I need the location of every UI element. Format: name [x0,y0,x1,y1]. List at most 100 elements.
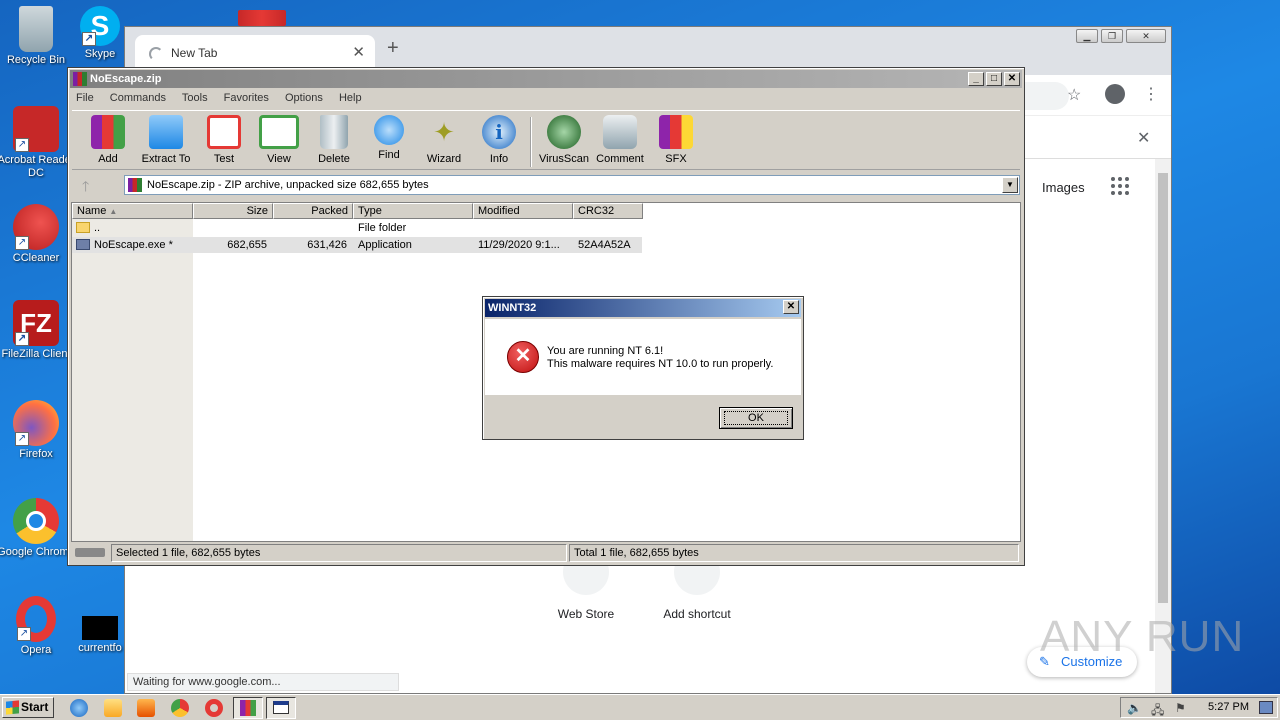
desktop-icon-opera[interactable]: ↗ Opera [0,596,75,657]
window-icon [273,701,289,714]
desktop-icon-currentfo[interactable]: currentfo [70,616,130,655]
winrar-minimize-button[interactable]: _ [968,72,984,86]
list-name-column-bg [72,219,193,541]
desktop-icon-skype[interactable]: S ↗ Skype [70,6,130,61]
column-header-name[interactable]: Name ▲ [72,203,193,219]
shortcut-arrow-icon: ↗ [15,432,29,446]
chrome-icon [13,498,59,544]
show-desktop-icon[interactable] [1259,701,1273,714]
add-button[interactable]: Add [80,115,136,165]
column-header-type[interactable]: Type [353,203,473,219]
menu-options[interactable]: Options [285,92,323,104]
minimize-button[interactable]: ▁ [1076,29,1098,43]
desktop-icon-recycle-bin[interactable]: Recycle Bin [0,6,75,67]
desktop-icon-acrobat[interactable]: ↗ Acrobat Reader DC [0,106,75,180]
info-button[interactable]: i Info [471,115,527,165]
windows-flag-icon [6,700,19,715]
black-file-icon [82,616,118,640]
shortcut-arrow-icon: ↗ [15,236,29,250]
close-infobar-icon[interactable]: ✕ [1137,128,1150,148]
sort-up-icon: ▲ [109,207,118,216]
chrome-taskbar-icon[interactable] [171,699,189,717]
profile-avatar-icon[interactable] [1105,84,1125,104]
menu-commands[interactable]: Commands [110,92,166,104]
dialog-titlebar: WINNT32 ✕ [485,299,801,317]
error-icon: ✕ [507,341,539,373]
anyrun-watermark: ANY RUN [1040,612,1245,661]
table-row[interactable]: .. File folder [72,220,642,236]
apps-grid-icon[interactable] [1111,177,1129,195]
firefox-icon: ↗ [13,400,59,446]
winrar-taskbar-button[interactable] [233,697,263,719]
column-header-size[interactable]: Size [193,203,273,219]
ie-icon[interactable] [70,699,88,717]
start-button[interactable]: Start [2,697,54,718]
sfx-button[interactable]: SFX [648,115,704,165]
archive-icon [128,178,142,192]
explorer-folder-icon[interactable] [104,699,122,717]
menu-file[interactable]: File [76,92,94,104]
winrar-titlebar: NoEscape.zip _ □ ✕ [70,70,1022,88]
media-player-icon[interactable] [137,699,155,717]
clock[interactable]: 5:27 PM [1208,701,1249,713]
more-menu-icon[interactable]: ⋮ [1143,84,1159,104]
toolbar-separator [530,117,532,167]
test-button[interactable]: Test [196,115,252,165]
info-icon: i [482,115,516,149]
close-tab-icon[interactable]: ✕ [352,43,365,61]
trash-can-icon [320,115,348,149]
extract-folder-icon [149,115,183,149]
view-button[interactable]: View [251,115,307,165]
desktop-icon-firefox[interactable]: ↗ Firefox [0,400,75,461]
desktop-icon-filezilla[interactable]: FZ ↗ FileZilla Client [0,300,75,361]
opera-taskbar-icon[interactable] [205,699,223,717]
path-text: NoEscape.zip - ZIP archive, unpacked siz… [147,179,429,191]
loading-spinner-icon [149,47,163,61]
menu-favorites[interactable]: Favorites [224,92,269,104]
delete-button[interactable]: Delete [306,115,362,165]
menu-tools[interactable]: Tools [182,92,208,104]
status-total: Total 1 file, 682,655 bytes [569,544,1019,562]
column-header-modified[interactable]: Modified [473,203,573,219]
winrar-title: NoEscape.zip [90,73,162,85]
maximize-button[interactable]: ❐ [1101,29,1123,43]
winrar-logo-icon [73,72,87,86]
ok-button[interactable]: OK [719,407,793,429]
column-header-packed[interactable]: Packed [273,203,353,219]
winrar-taskbar-icon [240,700,256,716]
menu-help[interactable]: Help [339,92,362,104]
star-bookmark-icon[interactable]: ☆ [1067,85,1081,105]
find-button[interactable]: Find [361,115,417,161]
column-header-crc32[interactable]: CRC32 [573,203,643,219]
dialog-message: You are running NT 6.1! This malware req… [547,345,774,370]
table-row[interactable]: NoEscape.exe * 682,655 631,426 Applicati… [72,237,642,253]
comment-icon [603,115,637,149]
sfx-archive-icon [659,115,693,149]
virusscan-button[interactable]: VirusScan [536,115,592,165]
new-tab-plus-icon[interactable]: + [387,37,399,60]
omnibox[interactable] [1025,82,1069,110]
network-icon[interactable]: 🖧 [1151,701,1164,720]
winrar-close-button[interactable]: ✕ [1004,72,1020,86]
desktop-icon-chrome[interactable]: Google Chrome [0,498,75,559]
dialog-close-button[interactable]: ✕ [783,300,799,314]
comment-button[interactable]: Comment [592,115,648,165]
bug-scan-icon [547,115,581,149]
extract-to-button[interactable]: Extract To [138,115,194,165]
images-link[interactable]: Images [1042,180,1085,195]
winrar-statusbar: Selected 1 file, 682,655 bytes Total 1 f… [71,544,1021,562]
volume-icon[interactable]: 🔈 [1127,701,1142,715]
taskbar: Start 🔈 🖧 ⚑ 5:27 PM [0,694,1280,720]
scrollbar-thumb[interactable] [1158,173,1168,603]
winrar-maximize-button[interactable]: □ [986,72,1002,86]
action-center-flag-icon[interactable]: ⚑ [1175,701,1186,715]
chevron-down-icon[interactable]: ▼ [1002,177,1018,193]
opera-icon: ↗ [16,596,56,642]
wizard-button[interactable]: ✦ Wizard [416,115,472,165]
desktop-icon-ccleaner[interactable]: ↗ CCleaner [0,204,75,265]
path-combobox[interactable]: NoEscape.zip - ZIP archive, unpacked siz… [124,175,1020,195]
close-window-button[interactable]: ✕ [1126,29,1166,43]
shortcut-arrow-icon: ↗ [15,138,29,152]
dialog-taskbar-button[interactable] [266,697,296,719]
up-folder-icon[interactable]: 🡑 [82,176,89,200]
